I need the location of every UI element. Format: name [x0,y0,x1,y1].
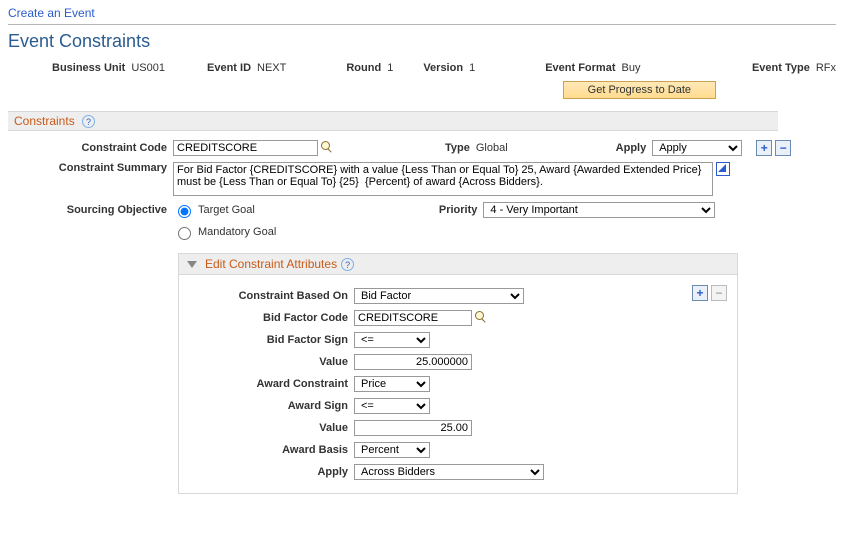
business-unit-value: US001 [131,62,165,74]
version-value: 1 [469,62,475,74]
apply-select[interactable]: Apply [652,140,742,156]
constraint-summary-textarea[interactable]: For Bid Factor {CREDITSCORE} with a valu… [173,162,713,196]
value1-label: Value [189,356,354,368]
edit-attributes-title: Edit Constraint Attributes [205,257,337,271]
award-value-input[interactable] [354,420,472,436]
event-type-value: RFx [816,62,836,74]
award-sign-label: Award Sign [189,400,354,412]
type-value: Global [476,142,508,154]
lookup-icon[interactable] [321,141,335,155]
sourcing-objective-label: Sourcing Objective [8,204,173,216]
type-label: Type [445,142,470,154]
divider [8,24,836,25]
mandatory-goal-radio[interactable] [178,227,191,240]
event-type-label: Event Type [752,62,810,74]
delete-attrib-button: − [711,285,727,301]
constraint-code-input[interactable] [173,140,318,156]
event-id-label: Event ID [207,62,251,74]
apply-attrib-select[interactable]: Across Bidders [354,464,544,480]
apply-label: Apply [616,142,647,154]
add-row-button[interactable]: + [756,140,772,156]
target-goal-label: Target Goal [198,204,255,216]
mandatory-goal-label: Mandatory Goal [198,226,276,238]
value2-label: Value [189,422,354,434]
bid-factor-sign-label: Bid Factor Sign [189,334,354,346]
chevron-down-icon [187,261,197,268]
progress-to-date-button[interactable]: Get Progress to Date [563,81,716,99]
bid-factor-sign-select[interactable]: <= [354,332,430,348]
help-icon[interactable]: ? [341,258,354,271]
priority-select[interactable]: 4 - Very Important [483,202,715,218]
constraints-section-title: Constraints [14,114,75,128]
help-icon[interactable]: ? [82,115,95,128]
delete-row-button[interactable]: − [775,140,791,156]
add-attrib-button[interactable]: + [692,285,708,301]
lookup-icon[interactable] [475,311,489,325]
round-label: Round [346,62,381,74]
event-format-value: Buy [621,62,640,74]
apply-attrib-label: Apply [189,466,354,478]
round-value: 1 [387,62,393,74]
award-constraint-select[interactable]: Price [354,376,430,392]
business-unit-label: Business Unit [52,62,125,74]
target-goal-radio[interactable] [178,205,191,218]
expand-icon[interactable] [716,162,730,176]
edit-attributes-toggle[interactable]: Edit Constraint Attributes ? [178,253,738,275]
award-sign-select[interactable]: <= [354,398,430,414]
version-label: Version [423,62,463,74]
constraint-based-on-label: Constraint Based On [189,290,354,302]
award-basis-select[interactable]: Percent [354,442,430,458]
priority-label: Priority [439,204,478,216]
page-title: Event Constraints [8,31,836,52]
award-basis-label: Award Basis [189,444,354,456]
event-id-value: NEXT [257,62,286,74]
create-event-link[interactable]: Create an Event [8,6,95,20]
constraint-based-on-select[interactable]: Bid Factor [354,288,524,304]
event-format-label: Event Format [545,62,615,74]
bid-factor-code-label: Bid Factor Code [189,312,354,324]
bid-factor-value-input[interactable] [354,354,472,370]
bid-factor-code-input[interactable] [354,310,472,326]
award-constraint-label: Award Constraint [189,378,354,390]
constraint-summary-label: Constraint Summary [8,162,173,174]
constraint-code-label: Constraint Code [8,142,173,154]
